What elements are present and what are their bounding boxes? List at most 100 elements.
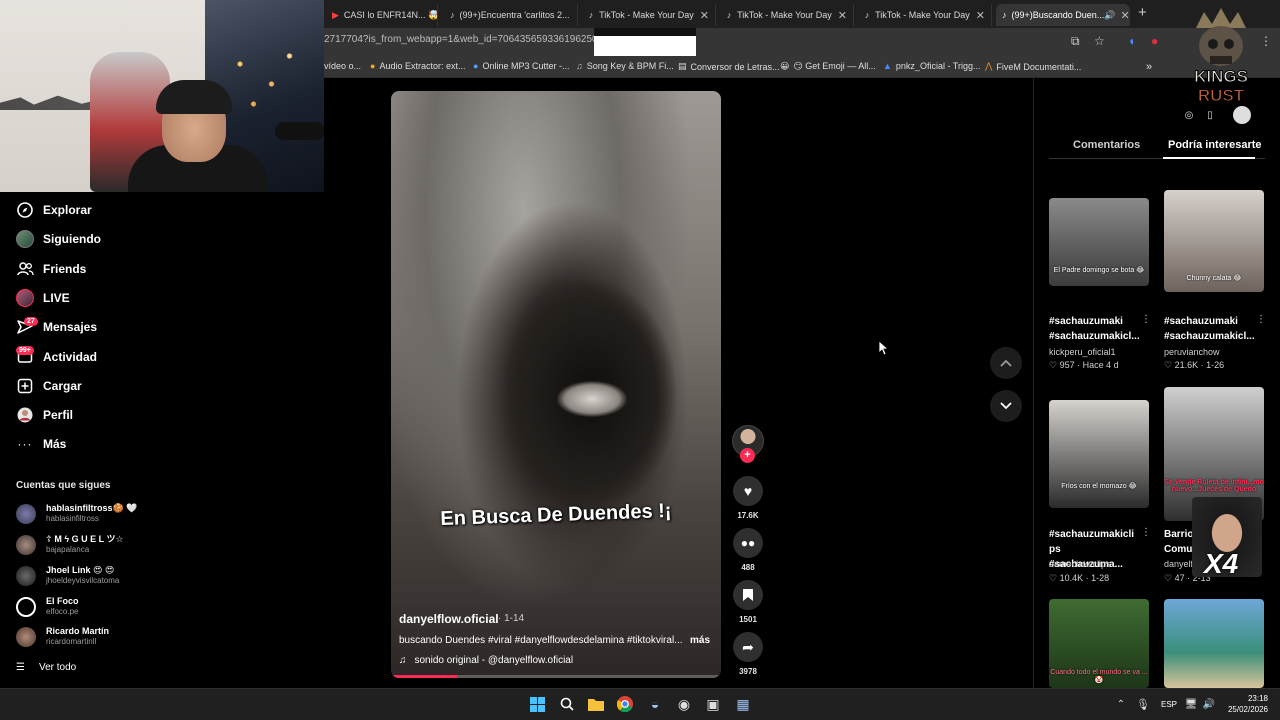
followed-account[interactable]: Ricardo Martín ricardomartinll xyxy=(16,626,109,647)
bookmark-item[interactable]: ▲ pnkz_Oficial - Trigg... xyxy=(883,61,980,71)
close-icon[interactable]: ✕ xyxy=(1116,9,1129,22)
active-tab-indicator xyxy=(1163,157,1255,159)
tab-comentarios[interactable]: Comentarios xyxy=(1073,139,1140,151)
browser-tab[interactable]: ▶ CASI lo ENFR14N... 🤯 ✕ xyxy=(326,4,438,26)
comment-button[interactable]: ●● 488 xyxy=(733,528,763,572)
next-video-button[interactable] xyxy=(990,390,1022,422)
video-card-user[interactable]: damechowclips xyxy=(1049,559,1111,569)
share-button[interactable]: ➦ 3978 xyxy=(733,632,763,676)
bookmarks-more-button[interactable]: » xyxy=(1146,61,1152,73)
followed-account[interactable]: Jhoel Link 😍 😍 jhoeldeyvisvilcatoma xyxy=(16,565,119,586)
compass-small-icon[interactable]: ◎ xyxy=(1180,106,1198,124)
save-button[interactable]: 1501 xyxy=(733,580,763,624)
more-button[interactable]: más xyxy=(690,635,710,646)
microphone-icon[interactable]: 🎙 xyxy=(1134,695,1152,713)
drive-icon: ▲ xyxy=(883,61,892,71)
right-panel xyxy=(1033,78,1280,688)
video-card-title[interactable]: #sachauzumaki #sachauzumakicl... xyxy=(1049,314,1140,344)
search-icon[interactable] xyxy=(558,695,576,713)
install-app-icon[interactable]: ⧉ xyxy=(1071,34,1080,49)
sidebar-item-siguiendo[interactable]: Siguiendo xyxy=(16,228,101,250)
user-avatar[interactable] xyxy=(1233,106,1251,124)
sidebar-item-mas[interactable]: ··· Más xyxy=(16,433,67,455)
chevron-down-icon xyxy=(1000,402,1012,410)
speaker-icon[interactable]: 🔊 xyxy=(1104,10,1115,21)
video-thumbnail[interactable]: El Padre domingo se bota 😂 xyxy=(1049,198,1149,286)
upload-icon xyxy=(16,377,34,395)
close-icon[interactable]: ✕ xyxy=(832,9,847,22)
sidebar-item-live[interactable]: LIVE xyxy=(16,287,70,309)
sidebar-item-explorar[interactable]: Explorar xyxy=(16,199,92,221)
extension-icon[interactable]: ◖ xyxy=(1128,34,1135,48)
video-player[interactable]: En Busca De Duendes !¡ danyelflow.oficia… xyxy=(391,91,721,678)
sidebar-item-friends[interactable]: Friends xyxy=(16,258,86,280)
new-tab-button[interactable]: + xyxy=(1138,4,1147,21)
browser-tab[interactable]: ♪ TikTok - Make Your Day ✕ xyxy=(582,4,716,26)
bookmark-item[interactable]: ▤ Conversor de Letras... xyxy=(678,61,780,72)
save-count: 1501 xyxy=(739,615,757,624)
progress-bar[interactable] xyxy=(391,675,457,678)
bookmark-item[interactable]: ● Audio Extractor: ext... xyxy=(370,61,465,71)
bookmark-item[interactable]: ♫ Song Key & BPM Fi... xyxy=(576,61,674,71)
chrome-icon[interactable] xyxy=(616,695,634,713)
more-options-icon[interactable]: ⋮ xyxy=(1256,314,1266,325)
messages-badge: 27 xyxy=(24,317,38,326)
taskbar xyxy=(0,688,1280,720)
video-sound[interactable]: ♫ sonido original - @danyelflow.oficial xyxy=(399,655,573,666)
app-icon[interactable]: ▣ xyxy=(704,695,722,713)
phone-icon[interactable]: ▯ xyxy=(1201,106,1219,124)
bookmark-item[interactable]: ⋀ FiveM Documentati... xyxy=(985,61,1081,72)
steam-icon[interactable]: ◒ xyxy=(646,695,664,713)
kings-rust-logo: KINGS RUST xyxy=(1194,8,1248,106)
browser-tab-active[interactable]: ♪ (99+)Buscando Duen... 🔊 ✕ xyxy=(996,4,1130,26)
video-card-title[interactable]: #sachauzumaki #sachauzumakicl... xyxy=(1164,314,1255,344)
see-all-button[interactable]: ☰ Ver todo xyxy=(16,662,76,673)
browser-tab[interactable]: ♪ TikTok - Make Your Day ✕ xyxy=(858,4,992,26)
video-card-user[interactable]: kickperu_oficial1 xyxy=(1049,347,1116,357)
more-options-icon[interactable]: ⋮ xyxy=(1141,314,1151,325)
video-thumbnail[interactable]: Cuando todo el mundo se va ... 🤡 xyxy=(1049,599,1149,688)
close-icon[interactable]: ✕ xyxy=(970,9,985,22)
tiktok-icon: ♪ xyxy=(726,10,732,20)
folder-icon[interactable] xyxy=(587,695,605,713)
sidebar-item-perfil[interactable]: Perfil xyxy=(16,404,73,426)
video-card-user[interactable]: peruvianchow xyxy=(1164,347,1220,357)
followed-account[interactable]: ☦ M ϟ G U E L ツ☆ bajapalanca xyxy=(16,534,124,555)
previous-video-button[interactable] xyxy=(990,347,1022,379)
close-icon[interactable]: ✕ xyxy=(694,9,709,22)
video-thumbnail[interactable] xyxy=(1164,599,1264,688)
like-button[interactable]: ♥ 17.6K xyxy=(733,476,763,520)
browser-tab[interactable]: ♪ (99+)Encuentra 'carlitos 2... ✕ xyxy=(444,4,578,26)
browser-tab[interactable]: ♪ TikTok - Make Your Day ✕ xyxy=(720,4,854,26)
video-author[interactable]: danyelflow.oficial xyxy=(399,612,499,626)
followed-account[interactable]: El Foco elfoco.pe xyxy=(16,596,79,617)
chevron-up-icon[interactable]: ⌃ xyxy=(1112,695,1130,713)
more-options-icon[interactable]: ⋮ xyxy=(1141,527,1151,538)
bookmark-item[interactable]: vídeo o... xyxy=(324,61,361,71)
url-text[interactable]: 2717704?is_from_webapp=1&web_id=70643565… xyxy=(324,34,603,45)
comment-count: 488 xyxy=(741,563,755,572)
bookmark-star-icon[interactable]: ☆ xyxy=(1094,34,1105,48)
calculator-icon[interactable]: ▦ xyxy=(734,695,752,713)
close-icon[interactable]: ✕ xyxy=(570,9,577,22)
obs-icon[interactable]: ◉ xyxy=(675,695,693,713)
followed-account[interactable]: hablasinfiltross🍪 🤍 hablasinfiltross xyxy=(16,503,137,524)
follow-button[interactable]: + xyxy=(740,448,755,463)
windows-start-icon[interactable] xyxy=(528,695,546,713)
share-count: 3978 xyxy=(739,667,757,676)
language-indicator[interactable]: ESP xyxy=(1161,700,1177,709)
video-thumbnail[interactable]: Fríos con el momazo 😂 xyxy=(1049,400,1149,508)
list-icon: ☰ xyxy=(16,662,25,673)
extension-icon[interactable]: ● xyxy=(1151,34,1158,48)
bookmark-item[interactable]: 😀 😏 Get Emoji — All... xyxy=(780,61,876,72)
webcam-overlay xyxy=(0,0,324,192)
profile-icon xyxy=(16,406,34,424)
sidebar-item-cargar[interactable]: Cargar xyxy=(16,375,82,397)
bookmark-item[interactable]: ● Online MP3 Cutter -... xyxy=(473,61,569,71)
volume-icon[interactable]: 🔊 xyxy=(1200,695,1218,713)
tab-podria-interesarte[interactable]: Podría interesarte xyxy=(1168,139,1262,151)
network-icon[interactable]: 🖥 xyxy=(1182,695,1200,713)
clock[interactable]: 23:18 25/02/2026 xyxy=(1226,693,1268,715)
video-thumbnail[interactable]: Chunny calata 😂 xyxy=(1164,190,1264,292)
compass-icon xyxy=(16,201,34,219)
